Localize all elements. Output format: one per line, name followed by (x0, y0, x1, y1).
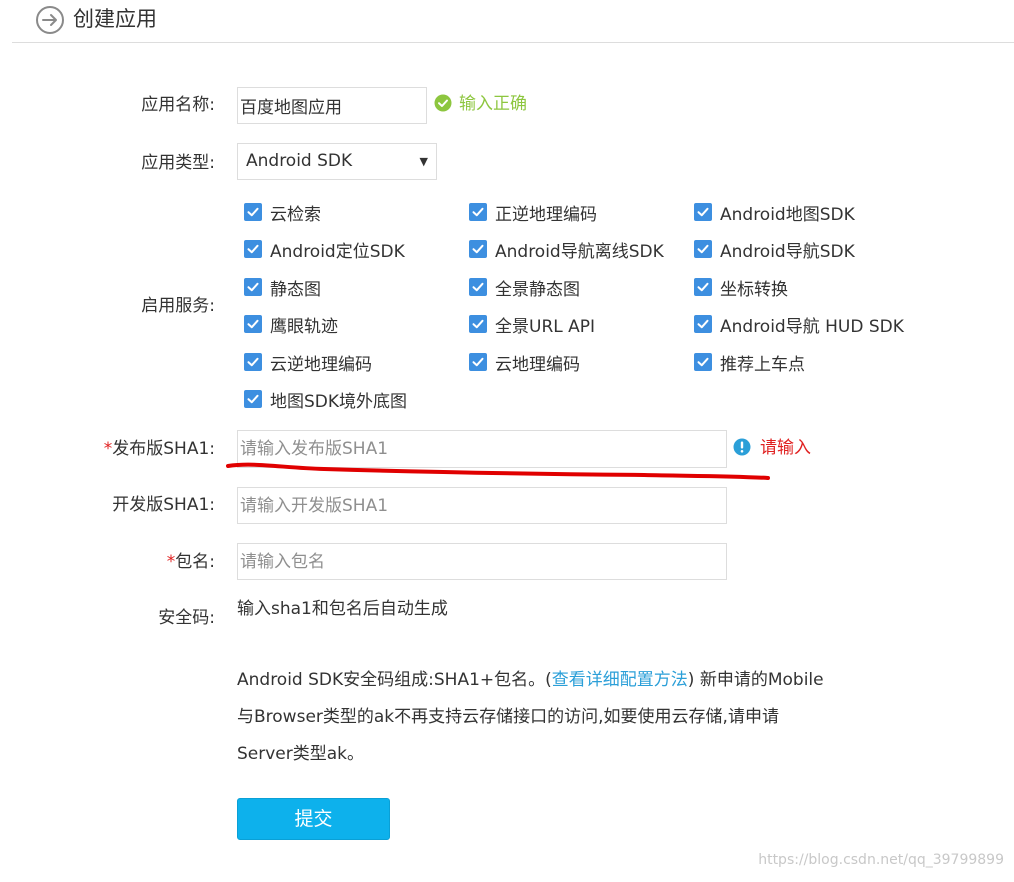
service-label: 云地理编码 (495, 354, 580, 375)
package-name-label: *包名: (166, 552, 215, 572)
checkbox-checked-icon (694, 203, 712, 221)
service-checkbox[interactable]: Android导航SDK (694, 237, 855, 262)
checkbox-checked-icon (694, 315, 712, 333)
red-underline-annotation (226, 462, 770, 480)
submit-button[interactable]: 提交 (237, 798, 390, 840)
service-label: Android导航 HUD SDK (720, 316, 904, 337)
security-code-label: 安全码: (158, 608, 215, 628)
service-label: 正逆地理编码 (495, 204, 597, 225)
required-mark: * (103, 439, 113, 459)
package-name-input[interactable] (237, 543, 727, 580)
config-method-link[interactable]: 查看详细配置方法 (552, 670, 688, 690)
service-checkbox[interactable]: 云地理编码 (469, 350, 580, 375)
service-label: Android地图SDK (720, 204, 855, 225)
checkbox-checked-icon (694, 278, 712, 296)
app-name-status: 输入正确 (459, 94, 527, 114)
service-checkbox[interactable]: 静态图 (244, 275, 321, 300)
service-checkbox[interactable]: 云检索 (244, 200, 321, 225)
checkbox-checked-icon (469, 203, 487, 221)
service-checkbox[interactable]: 推荐上车点 (694, 350, 805, 375)
app-type-selected: Android SDK (246, 151, 353, 171)
services-label: 启用服务: (141, 296, 215, 316)
service-checkbox[interactable]: 地图SDK境外底图 (244, 387, 408, 412)
service-checkbox[interactable]: Android定位SDK (244, 237, 405, 262)
service-label: 推荐上车点 (720, 354, 805, 375)
service-label: Android定位SDK (270, 241, 405, 262)
service-checkbox[interactable]: Android导航 HUD SDK (694, 312, 904, 337)
service-label: 鹰眼轨迹 (270, 316, 338, 337)
checkbox-checked-icon (469, 278, 487, 296)
checkbox-checked-icon (244, 390, 262, 408)
service-label: 静态图 (270, 279, 321, 300)
service-checkbox[interactable]: 全景静态图 (469, 275, 580, 300)
service-label: 全景静态图 (495, 279, 580, 300)
service-label: 坐标转换 (720, 279, 788, 300)
info-line-3: Server类型ak。 (237, 744, 365, 764)
service-label: 云逆地理编码 (270, 354, 372, 375)
service-label: 地图SDK境外底图 (270, 391, 408, 412)
page-title: 创建应用 (73, 7, 157, 31)
app-name-label: 应用名称: (141, 95, 215, 115)
info-line-2: 与Browser类型的ak不再支持云存储接口的访问,如要使用云存储,请申请 (237, 707, 779, 727)
info-line-1: Android SDK安全码组成:SHA1+包名。(查看详细配置方法) 新申请的… (237, 670, 824, 690)
page-header: 创建应用 (0, 0, 1014, 44)
service-checkbox[interactable]: Android导航离线SDK (469, 237, 664, 262)
release-sha1-label: *发布版SHA1: (103, 439, 215, 459)
app-name-input[interactable] (237, 87, 427, 124)
service-label: Android导航离线SDK (495, 241, 664, 262)
dev-sha1-label: 开发版SHA1: (112, 495, 215, 515)
checkbox-checked-icon (244, 353, 262, 371)
required-mark: * (166, 552, 176, 572)
checkbox-checked-icon (244, 203, 262, 221)
security-code-value: 输入sha1和包名后自动生成 (237, 599, 448, 619)
checkbox-checked-icon (694, 240, 712, 258)
alert-circle-icon (733, 438, 751, 456)
service-checkbox[interactable]: 云逆地理编码 (244, 350, 372, 375)
service-label: 全景URL API (495, 316, 596, 337)
caret-down-icon: ▼ (419, 155, 428, 168)
service-checkbox[interactable]: 正逆地理编码 (469, 200, 597, 225)
service-checkbox[interactable]: 鹰眼轨迹 (244, 312, 338, 337)
checkbox-checked-icon (244, 315, 262, 333)
checkbox-checked-icon (469, 353, 487, 371)
checkbox-checked-icon (469, 240, 487, 258)
checkbox-checked-icon (694, 353, 712, 371)
service-checkbox[interactable]: Android地图SDK (694, 200, 855, 225)
checkbox-checked-icon (244, 278, 262, 296)
header-divider (12, 42, 1014, 43)
checkbox-checked-icon (244, 240, 262, 258)
info-paragraph: Android SDK安全码组成:SHA1+包名。(查看详细配置方法) 新申请的… (237, 662, 877, 773)
dev-sha1-input[interactable] (237, 487, 727, 524)
service-checkbox[interactable]: 全景URL API (469, 312, 596, 337)
service-checkbox[interactable]: 坐标转换 (694, 275, 788, 300)
check-circle-icon (434, 94, 452, 112)
watermark: https://blog.csdn.net/qq_39799899 (758, 852, 1004, 868)
checkbox-checked-icon (469, 315, 487, 333)
app-type-select[interactable]: Android SDK ▼ (237, 143, 437, 180)
back-arrow-icon[interactable] (36, 6, 64, 34)
service-label: 云检索 (270, 204, 321, 225)
app-type-label: 应用类型: (141, 153, 215, 173)
service-label: Android导航SDK (720, 241, 855, 262)
